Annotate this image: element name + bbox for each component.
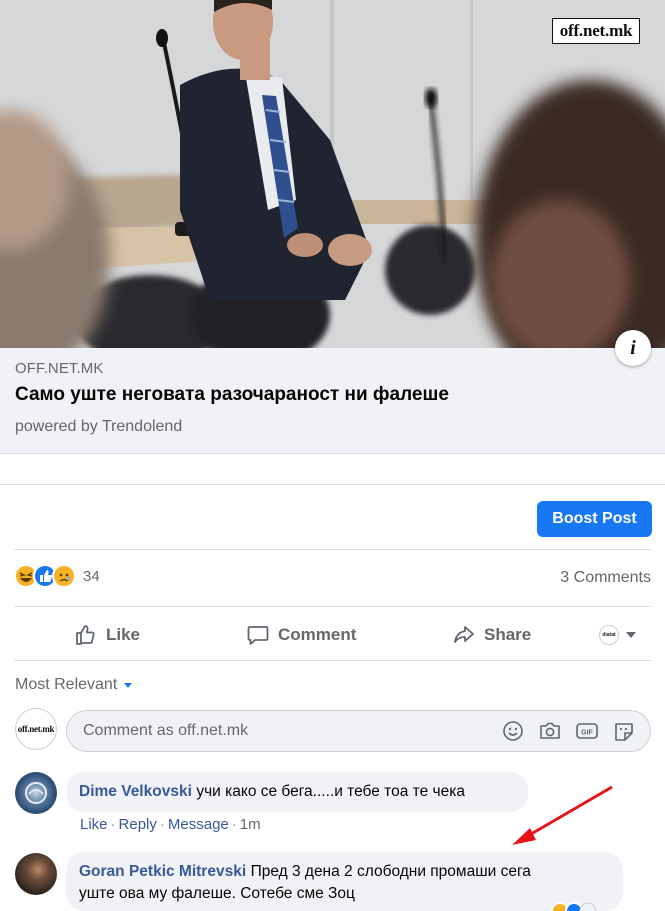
link-domain: OFF.NET.MK: [15, 360, 104, 377]
comment-actions: Like · Reply · Message · 1m: [80, 816, 261, 833]
camera-icon[interactable]: [538, 720, 562, 742]
comment-author[interactable]: Goran Petkic Mitrevski: [79, 863, 246, 880]
thumbs-up-icon: [76, 625, 95, 645]
comment-icon: [247, 626, 269, 645]
page-mini-avatar: diatat: [599, 625, 619, 645]
comment-button[interactable]: Comment: [246, 617, 356, 653]
comments-count-link[interactable]: 3 Comments: [560, 569, 651, 587]
audience-selector[interactable]: diatat: [599, 625, 636, 645]
comment-author[interactable]: Dime Velkovski: [79, 783, 192, 800]
comment-text: уште ова му фалеше. Сотебе сме Зоц: [79, 885, 355, 902]
comment-bubble: Goran Petkic Mitrevski Пред 3 дена 2 сло…: [66, 852, 623, 911]
avatar[interactable]: [15, 772, 57, 814]
link-title[interactable]: Само уште неговата разочараност ни фалеш…: [15, 384, 449, 406]
info-button[interactable]: i: [615, 330, 651, 366]
separator-dot: ·: [231, 816, 237, 833]
red-arrow-annotation: [512, 785, 613, 845]
reaction-count: 34: [83, 567, 100, 585]
sort-label: Most Relevant: [15, 676, 118, 693]
gif-icon[interactable]: GIF: [575, 720, 599, 742]
divider: [14, 549, 651, 550]
like-button[interactable]: Like: [74, 617, 140, 653]
chevron-down-icon: [626, 632, 636, 638]
boost-post-button[interactable]: Boost Post: [537, 501, 652, 537]
divider: [14, 660, 651, 661]
sticker-icon[interactable]: [612, 720, 636, 742]
post-image[interactable]: off.net.mk: [0, 0, 665, 348]
divider: [14, 606, 651, 607]
svg-text:GIF: GIF: [581, 730, 593, 737]
chevron-down-icon: [124, 682, 133, 688]
comment-message-link[interactable]: Message: [168, 816, 229, 833]
like-label: Like: [106, 625, 141, 644]
divider: [0, 484, 665, 485]
comment-bubble: Dime Velkovski учи како се бега.....и те…: [66, 772, 528, 812]
separator-dot: ·: [159, 816, 165, 833]
avatar[interactable]: [15, 853, 57, 895]
emoji-icon[interactable]: [501, 720, 525, 742]
separator-dot: ·: [110, 816, 116, 833]
comment-reply-link[interactable]: Reply: [119, 816, 157, 833]
sad-reaction-icon: [52, 564, 76, 588]
share-label: Share: [484, 625, 532, 644]
comment-label: Comment: [278, 625, 357, 644]
share-button[interactable]: Share: [452, 617, 531, 653]
comment-like-link[interactable]: Like: [80, 816, 108, 833]
post-action-bar: Like Comment Share diatat: [0, 617, 665, 653]
comment-reactions-icon[interactable]: [550, 902, 600, 911]
comment-text: Пред 3 дена 2 слободни промаши сега: [250, 863, 531, 880]
watermark-logo: off.net.mk: [552, 18, 640, 44]
share-icon: [454, 626, 474, 643]
reactions-summary[interactable]: 34: [14, 563, 100, 589]
comment-input[interactable]: Comment as off.net.mk GIF: [66, 710, 651, 752]
link-subtitle: powered by Trendolend: [15, 418, 183, 435]
comment-sort-dropdown[interactable]: Most Relevant: [15, 676, 133, 694]
photo-illustration: [0, 0, 665, 348]
comment-text: учи како се бега.....и тебе тоа те чека: [196, 783, 465, 800]
comment-placeholder: Comment as off.net.mk: [83, 722, 249, 739]
link-preview[interactable]: OFF.NET.MK Само уште неговата разочарано…: [0, 348, 665, 454]
comment-timestamp[interactable]: 1m: [240, 816, 261, 833]
commenter-avatar: off.net.mk: [15, 708, 57, 750]
